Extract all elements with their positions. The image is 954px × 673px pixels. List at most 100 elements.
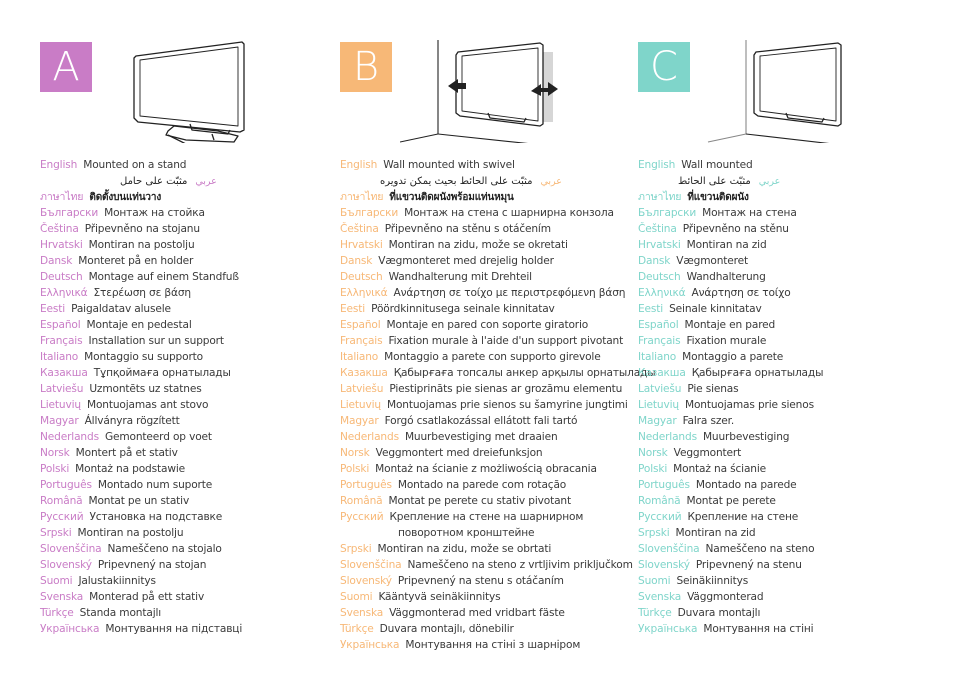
translation-text: Wandhalterung: [686, 271, 766, 283]
tv-wall-swivel-illustration: [400, 40, 558, 143]
translation-text: Duvara montajlı: [677, 607, 761, 619]
translation-row: Türkçe Duvara montajlı, dönebilir: [340, 621, 655, 637]
language-label: Italiano: [340, 351, 379, 363]
language-label: Deutsch: [40, 271, 83, 283]
translation-row: Italiano Montaggio su supporto: [40, 349, 242, 365]
translation-text: Pripevnený na stenu: [695, 559, 802, 571]
translation-row: مثبّت على الحائط بحيث يمكن تدويره عربي: [340, 173, 655, 189]
translation-text: Montaggio su supporto: [84, 351, 203, 363]
translation-row: Slovenščina Nameščeno na steno: [638, 541, 823, 557]
language-label: Srpski: [40, 527, 72, 539]
translation-row: Norsk Veggmontert: [638, 445, 823, 461]
language-label: Română: [40, 495, 83, 507]
translation-text: Pripevnený na stojan: [97, 559, 207, 571]
language-label: Hrvatski: [340, 239, 383, 251]
language-label: Latviešu: [340, 383, 384, 395]
translation-row: Казакша Қабырғаға топсалы анкер арқылы ор…: [340, 365, 656, 381]
language-label: Srpski: [638, 527, 670, 539]
translation-text: Monterad på ett stativ: [89, 591, 205, 603]
translation-row: Suomi Seinäkiinnitys: [638, 573, 823, 589]
translation-row: Dansk Vægmonteret med drejelig holder: [340, 253, 655, 269]
translation-text: Vægmonteret: [676, 255, 748, 267]
translation-row: Türkçe Standa montajlı: [40, 605, 242, 621]
translation-row: Polski Montaż na ścianie: [638, 461, 823, 477]
language-label: Türkçe: [638, 607, 672, 619]
translation-text: Montaż na podstawie: [75, 463, 185, 475]
translation-row: Русский Установка на подставке: [40, 509, 242, 525]
language-label: Español: [40, 319, 81, 331]
language-label: Magyar: [40, 415, 79, 427]
translation-text: Монтаж на стена с шарнирна конзола: [404, 207, 614, 219]
translation-text: поворотном кронштейне: [398, 527, 535, 539]
translation-text: Ανάρτηση σε τοίχο με περιστρεφόμενη βάση: [393, 287, 626, 299]
language-label: Türkçe: [340, 623, 374, 635]
translation-row: Română Montat pe perete: [638, 493, 823, 509]
translation-row: Ελληνικά Ανάρτηση σε τοίχο: [638, 285, 823, 301]
language-label: Română: [638, 495, 681, 507]
translation-row: Latviešu Uzmontēts uz statnes: [40, 381, 242, 397]
translation-text: Forgó csatlakozással ellátott fali tartó: [384, 415, 578, 427]
translation-text: مثبّت على الحائط: [678, 176, 751, 187]
translation-row: Suomi Jalustakiinnitys: [40, 573, 242, 589]
translation-row: Hrvatski Montiran na zid: [638, 237, 823, 253]
language-label: Suomi: [638, 575, 671, 587]
translation-row: مثبّت على الحائط عربي: [638, 173, 823, 189]
translation-row: Italiano Montaggio a parete: [638, 349, 823, 365]
language-label: Nederlands: [340, 431, 399, 443]
translation-row: Dansk Vægmonteret: [638, 253, 823, 269]
language-label: Slovenský: [340, 575, 392, 587]
translation-row: Українська Монтування на підставці: [40, 621, 242, 637]
translation-row: Українська Монтування на стіні: [638, 621, 823, 637]
translation-text: Montuojamas prie sienos: [684, 399, 814, 411]
language-label: Русский: [340, 511, 384, 523]
language-label: Українська: [638, 623, 698, 635]
translation-row: Lietuvių Montuojamas prie sienos su šamyr…: [340, 397, 655, 413]
translation-text: Připevněno na stojanu: [84, 223, 200, 235]
language-label: Български: [340, 207, 399, 219]
translation-row: Srpski Montiran na postolju: [40, 525, 242, 541]
translation-row: Čeština Připevněno na stěnu s otáčením: [340, 221, 655, 237]
translation-text: Montat pe perete cu stativ pivotant: [388, 495, 572, 507]
translation-row: Norsk Montert på et stativ: [40, 445, 242, 461]
language-label: Norsk: [638, 447, 668, 459]
translation-text: Uzmontēts uz statnes: [89, 383, 202, 395]
language-label: ภาษาไทย: [40, 191, 84, 203]
translation-text: Jalustakiinnitys: [78, 575, 156, 587]
language-label: Български: [638, 207, 697, 219]
language-label: Deutsch: [638, 271, 681, 283]
language-label: Svenska: [340, 607, 384, 619]
language-label: Eesti: [40, 303, 66, 315]
translation-row: Srpski Montiran na zid: [638, 525, 823, 541]
translation-row: Polski Montaż na podstawie: [40, 461, 242, 477]
language-label: Polski: [638, 463, 668, 475]
translation-row: Deutsch Wandhalterung mit Drehteil: [340, 269, 655, 285]
translation-text: Montat pe un stativ: [88, 495, 190, 507]
translation-row: Eesti Paigaldatav alusele: [40, 301, 242, 317]
translation-text: Pripevnený na stenu s otáčaním: [397, 575, 564, 587]
translation-row: Ελληνικά Ανάρτηση σε τοίχο με περιστρεφόμ…: [340, 285, 655, 301]
translation-row: Български Монтаж на стена: [638, 205, 823, 221]
translation-text: ติดตั้งบนแท่นวาง: [89, 192, 162, 203]
translation-text: Duvara montajlı, dönebilir: [379, 623, 514, 635]
translation-row: Română Montat pe perete cu stativ pivotan…: [340, 493, 655, 509]
translation-row: Svenska Monterad på ett stativ: [40, 589, 242, 605]
translation-text: Montiran na postolju: [88, 239, 195, 251]
translation-text: Állványra rögzített: [84, 415, 180, 427]
translation-text: مثبّت على حامل: [120, 176, 188, 187]
translation-row: Español Montaje en pedestal: [40, 317, 242, 333]
translation-row: Казакша Тұпқоймаға орнатылады: [40, 365, 242, 381]
translation-row: Magyar Állványra rögzített: [40, 413, 242, 429]
language-label: Deutsch: [340, 271, 383, 283]
translation-row: Türkçe Duvara montajlı: [638, 605, 823, 621]
language-label: Lietuvių: [340, 399, 381, 411]
translation-row: Latviešu Pie sienas: [638, 381, 823, 397]
language-label: Latviešu: [638, 383, 682, 395]
badge-b: B: [340, 42, 392, 92]
translation-row: ภาษาไทย ติดตั้งบนแท่นวาง: [40, 189, 242, 205]
language-label: Latviešu: [40, 383, 84, 395]
language-label: Казакша: [340, 367, 388, 379]
translation-text: Nameščeno na steno z vrtljivim priključk…: [407, 559, 633, 571]
language-label: Български: [40, 207, 99, 219]
translation-text: Wandhalterung mit Drehteil: [388, 271, 533, 283]
language-label: Svenska: [638, 591, 682, 603]
